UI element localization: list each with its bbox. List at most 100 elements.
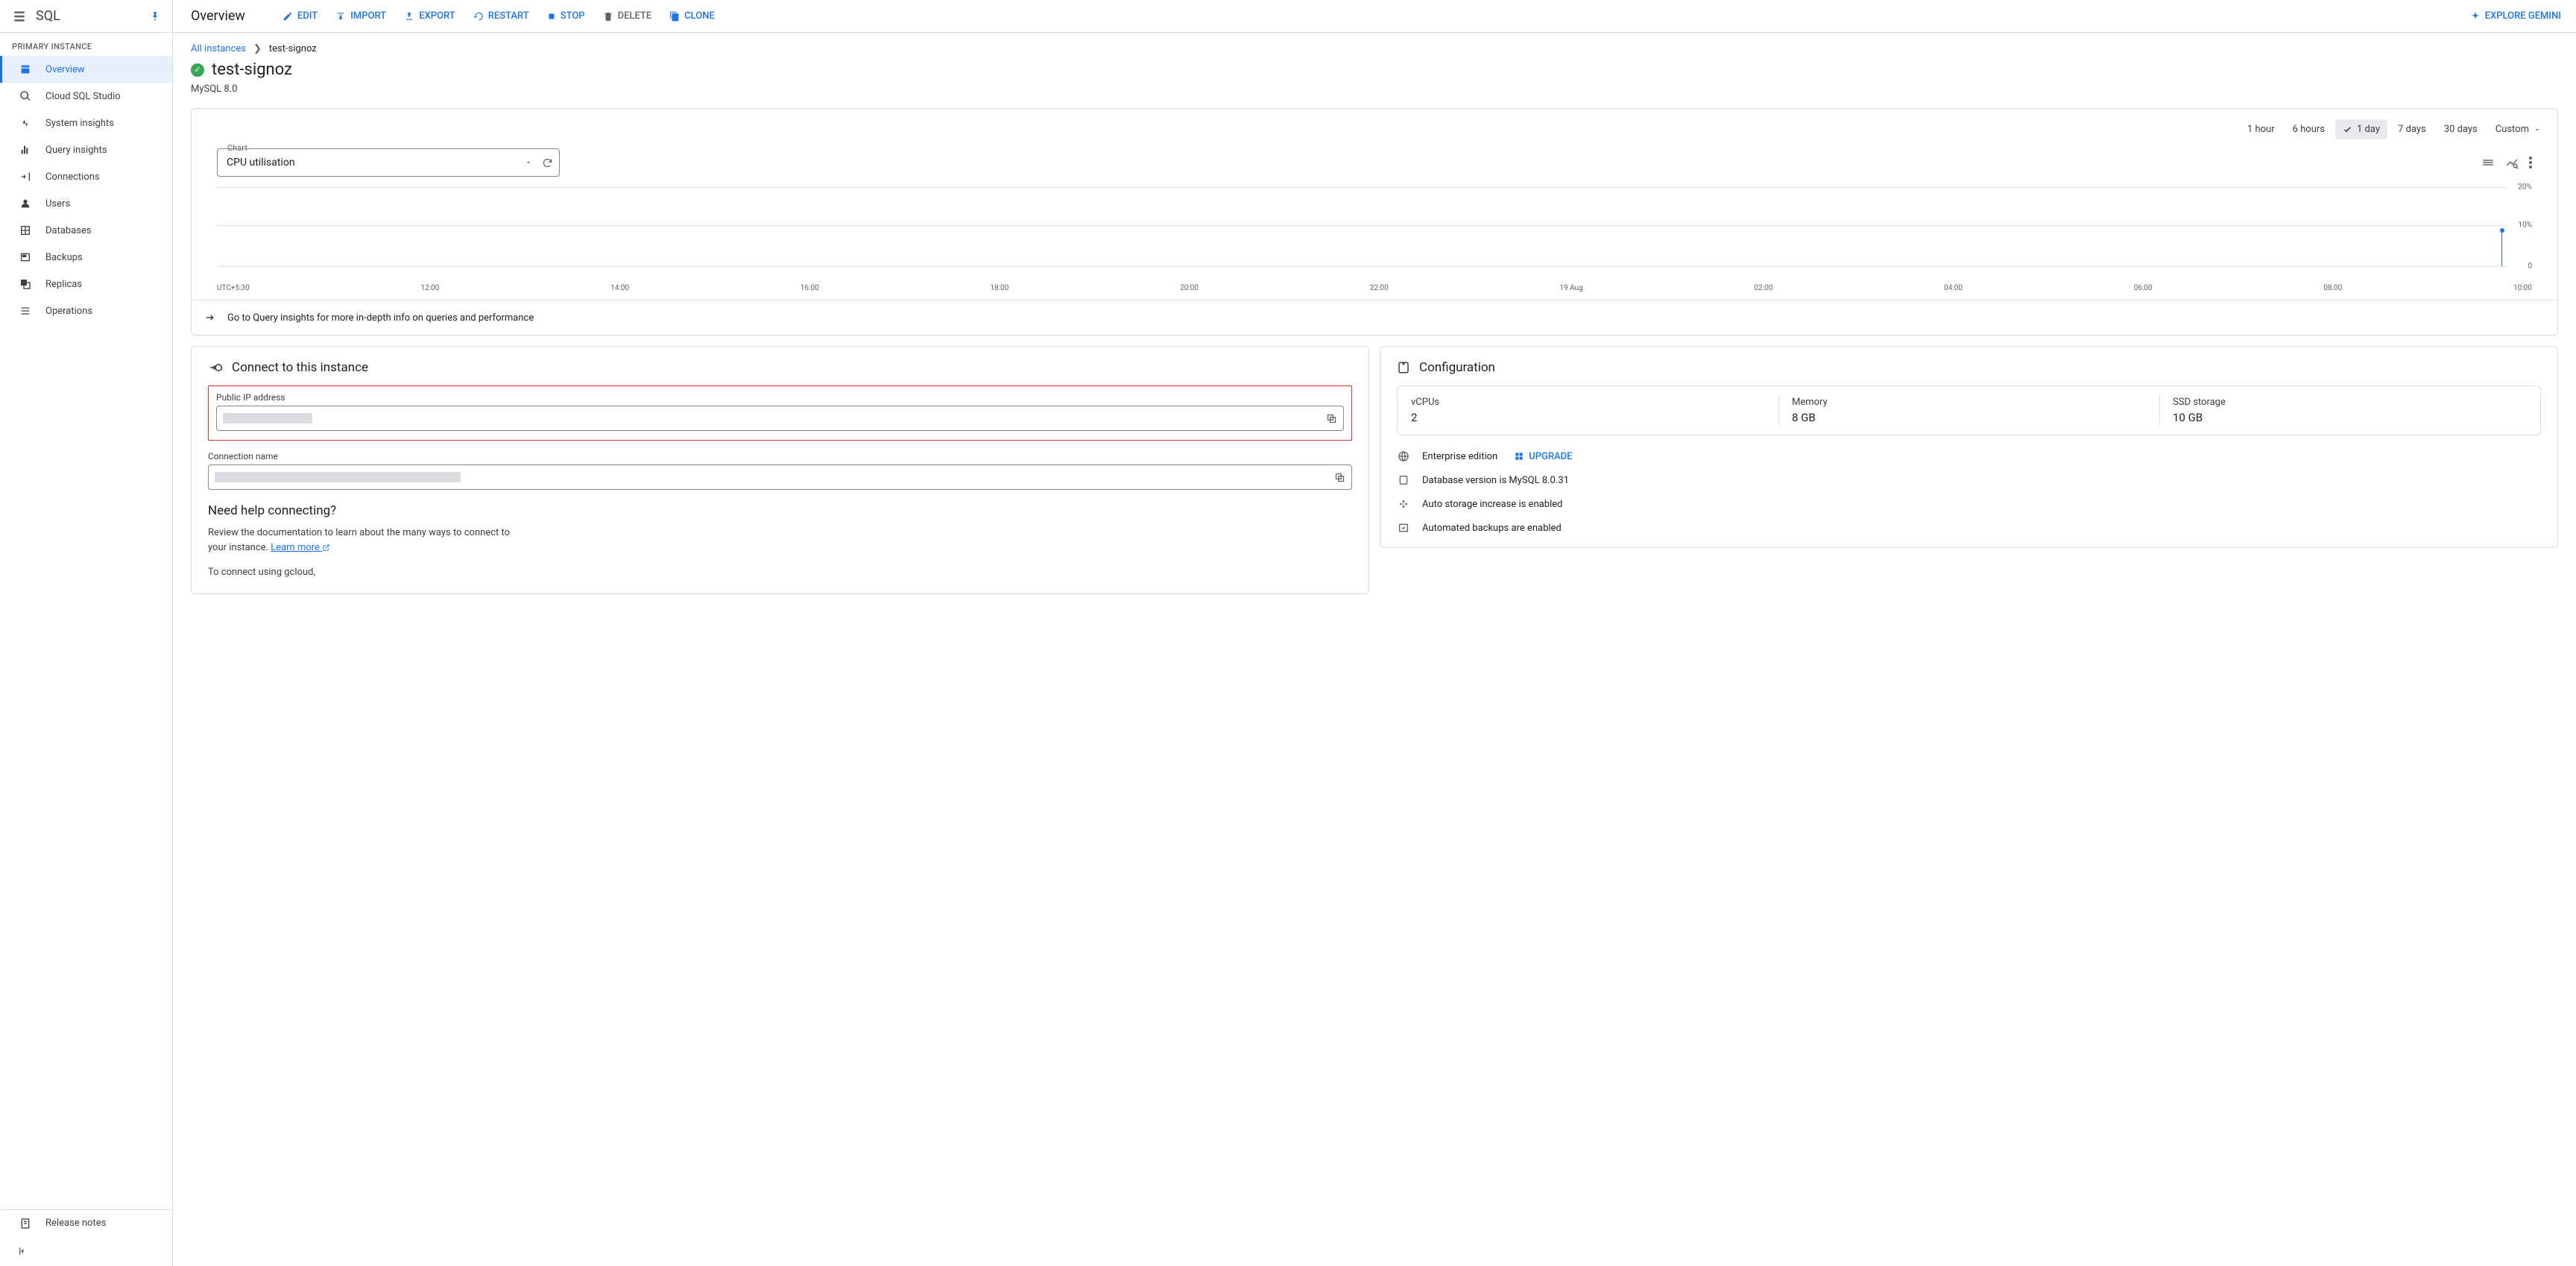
chart-more-icon[interactable] [2529,157,2532,169]
pin-icon[interactable] [150,11,160,22]
x-tick: 16:00 [801,284,819,292]
sidebar: Primary instance Overview Cloud SQL Stud… [0,33,173,1266]
instance-header: ✓ test-signoz [191,60,2558,79]
sidebar-section-label: Primary instance [0,33,172,56]
range-6hours[interactable]: 6 hours [2285,119,2332,139]
copy-connection-name-button[interactable] [1334,472,1345,483]
range-30days[interactable]: 30 days [2437,119,2485,139]
chart-metric-select[interactable]: Chart CPU utilisation [217,148,560,177]
chart-metric-value: CPU utilisation [227,157,295,169]
delete-button[interactable]: Delete [596,6,660,26]
chart-data-point [2500,228,2504,233]
nav-item-cloud-sql-studio[interactable]: Cloud SQL Studio [0,83,172,110]
config-icon [1397,361,1410,374]
chart-legend-toggle-icon[interactable] [2481,156,2495,169]
breadcrumb: All instances ❯ test-signoz [191,43,2558,54]
nav-item-query-insights[interactable]: Query insights [0,136,172,163]
y-tick: 10% [2518,221,2532,230]
nav-item-release-notes[interactable]: Release notes [0,1209,172,1236]
help-connecting-body: Review the documentation to learn about … [208,526,521,555]
nav-item-backups[interactable]: Backups [0,244,172,271]
nav-item-overview[interactable]: Overview [0,56,172,83]
replicas-icon [19,278,32,290]
backups-icon [19,251,32,263]
nav-label: Overview [45,64,85,75]
connection-name-redacted [215,472,461,482]
connect-title: Connect to this instance [232,360,368,375]
query-insights-icon [19,144,32,156]
main-content: All instances ❯ test-signoz ✓ test-signo… [173,33,2576,1266]
range-custom[interactable]: Custom [2488,119,2548,139]
configuration-title: Configuration [1419,360,1495,375]
connections-icon [19,171,32,183]
explore-gemini-button[interactable]: Explore Gemini [2455,10,2576,22]
instance-engine: MySQL 8.0 [191,84,2558,95]
chart-card: 1 hour 6 hours 1 day 7 days 30 days Cust… [191,108,2558,336]
y-tick: 0 [2528,262,2532,271]
learn-more-link[interactable]: Learn more [271,542,330,553]
nav-label: Users [45,198,70,210]
system-insights-icon [19,117,32,129]
product-logo-icon [12,9,27,24]
x-tick: 12:00 [421,284,440,292]
nav-item-users[interactable]: Users [0,190,172,217]
nav-item-system-insights[interactable]: System insights [0,110,172,136]
x-tick: 19 Aug [1559,284,1582,292]
connection-name-field [208,464,1352,490]
import-button[interactable]: Import [328,6,394,26]
help-connecting-title: Need help connecting? [208,503,1352,518]
header-actions: Edit Import Export Restart Stop Delete [275,6,722,26]
stat-vcpus-label: vCPUs [1411,397,1765,408]
time-range-selector: 1 hour 6 hours 1 day 7 days 30 days Cust… [192,115,2557,144]
connect-icon [208,360,223,375]
nav-label: System insights [45,118,114,129]
public-ip-label: Public IP address [216,392,1344,403]
nav-label: Release notes [45,1218,106,1229]
operations-icon [19,305,32,317]
connect-panel: Connect to this instance Public IP addre… [191,346,1369,594]
connection-name-label: Connection name [208,451,1352,462]
chevron-right-icon: ❯ [253,43,262,54]
stat-memory-value: 8 GB [1792,411,2146,424]
x-tick: 20:00 [1180,284,1199,292]
clone-button[interactable]: Clone [662,6,722,26]
export-button[interactable]: Export [397,6,462,26]
nav-label: Cloud SQL Studio [45,91,121,102]
copy-public-ip-button[interactable] [1326,413,1337,424]
x-tick: 14:00 [610,284,629,292]
breadcrumb-root[interactable]: All instances [191,43,246,54]
edit-button[interactable]: Edit [275,6,325,26]
chart-explore-icon[interactable] [2505,156,2519,169]
nav-item-replicas[interactable]: Replicas [0,271,172,297]
public-ip-redacted [223,413,312,423]
refresh-icon[interactable] [542,157,553,169]
database-icon [1397,474,1410,486]
restart-button[interactable]: Restart [466,6,537,26]
chart-x-axis: UTC+5:30 12:00 14:00 16:00 18:00 20:00 2… [192,281,2557,300]
nav-item-operations[interactable]: Operations [0,297,172,324]
configuration-panel: Configuration vCPUs 2 Memory 8 GB SSD st… [1380,346,2558,548]
release-notes-icon [19,1218,32,1229]
gcloud-help-line: To connect using gcloud, [208,565,521,580]
x-tick: 08:00 [2323,284,2342,292]
collapse-sidebar-button[interactable] [0,1236,172,1266]
overview-icon [19,63,32,75]
public-ip-field [216,406,1344,431]
users-icon [19,198,32,210]
chevron-down-icon [525,159,532,166]
upgrade-button[interactable]: Upgrade [1514,451,1572,462]
nav-item-databases[interactable]: Databases [0,217,172,244]
stop-button[interactable]: Stop [540,6,593,26]
backup-enabled-icon [1397,522,1410,534]
nav-item-connections[interactable]: Connections [0,163,172,190]
x-tick: 02:00 [1754,284,1772,292]
range-7days[interactable]: 7 days [2390,119,2434,139]
public-ip-highlight: Public IP address [208,385,1352,441]
range-1hour[interactable]: 1 hour [2240,119,2282,139]
top-bar: SQL Overview Edit Import Export Restart [0,0,2576,33]
query-insights-link[interactable]: Go to Query insights for more in-depth i… [192,300,2557,335]
range-1day[interactable]: 1 day [2335,119,2387,139]
breadcrumb-current: test-signoz [269,43,317,54]
x-tick-tz: UTC+5:30 [217,284,250,292]
config-row-auto-storage: Auto storage increase is enabled [1397,498,2541,510]
